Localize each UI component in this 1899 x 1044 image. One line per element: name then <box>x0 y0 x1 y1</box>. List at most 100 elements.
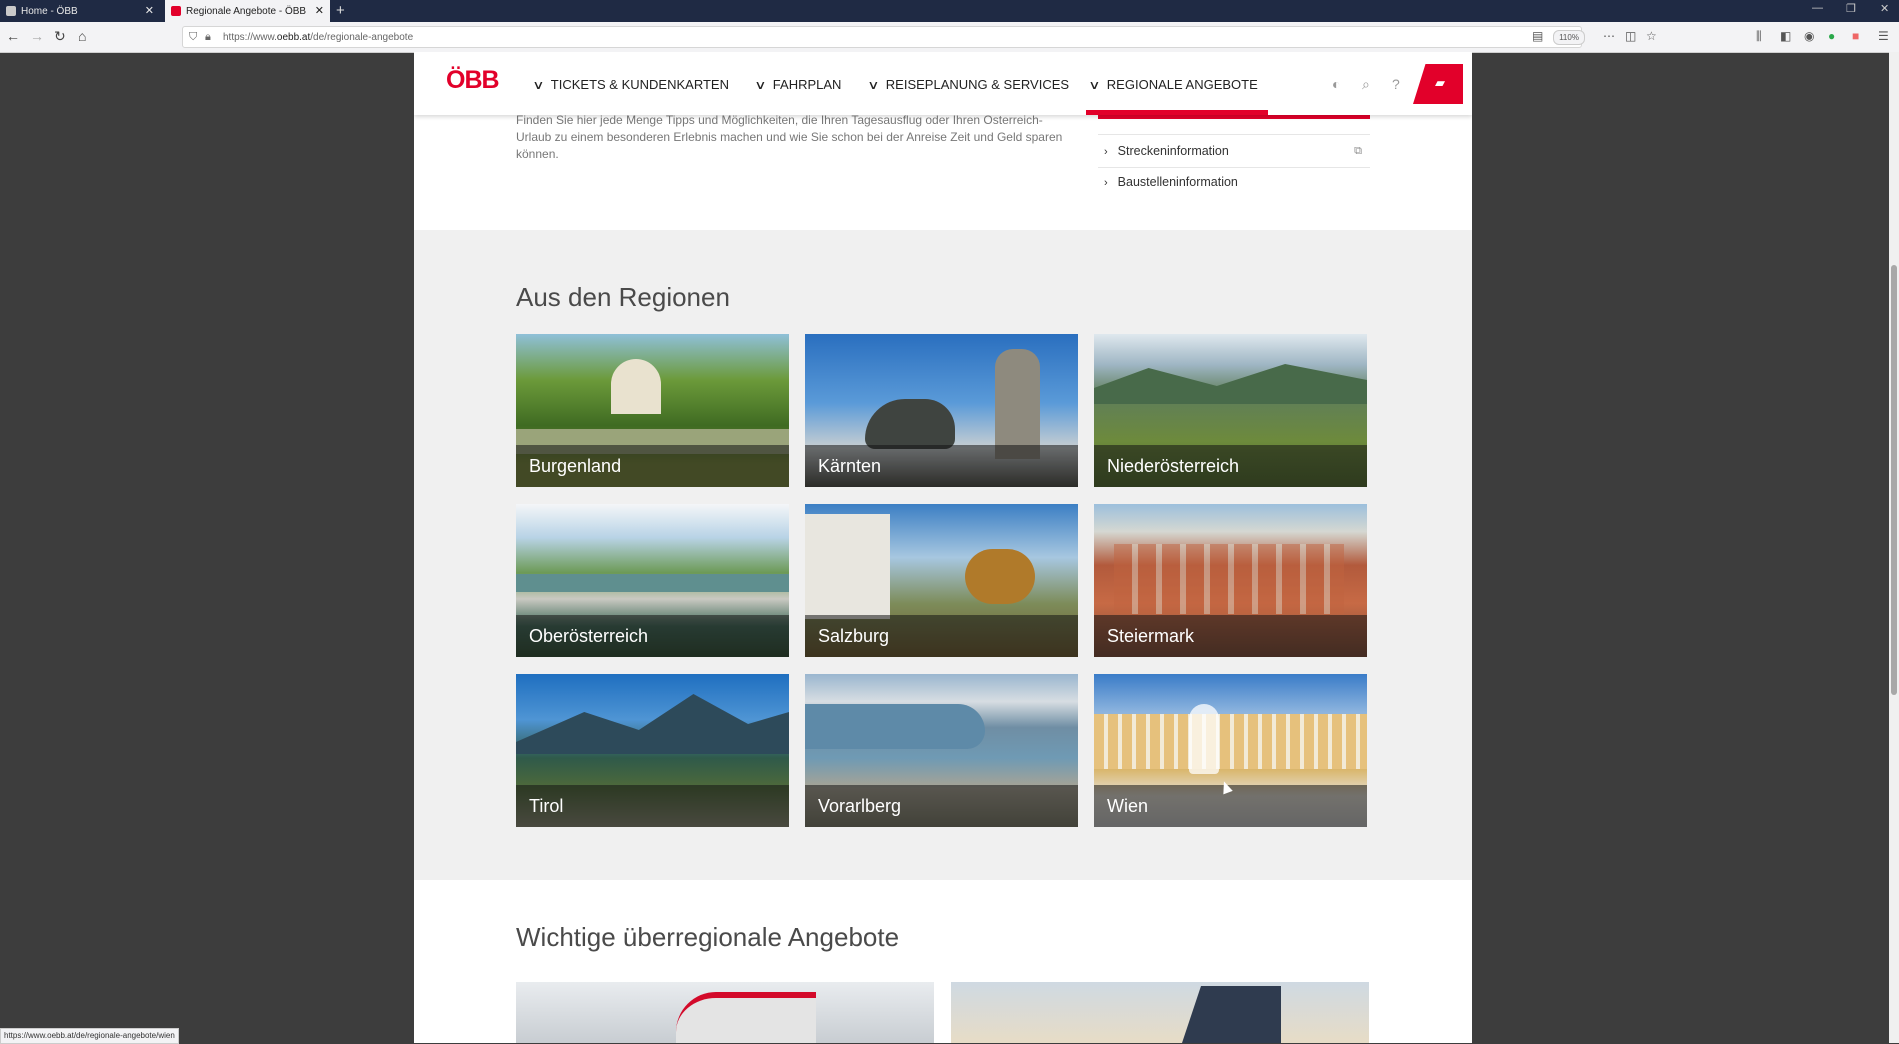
tab-title: Home - ÖBB <box>21 5 78 17</box>
library-icon[interactable]: ⫼ <box>1756 29 1762 44</box>
sidebar-accent <box>1098 115 1370 119</box>
region-label: Steiermark <box>1094 615 1367 657</box>
pocket-icon[interactable]: ◫ <box>1625 29 1636 43</box>
reader-view-icon[interactable]: ▤ <box>1532 29 1543 43</box>
nav-fahrplan[interactable]: ∨ FAHRPLAN <box>754 77 842 92</box>
close-window-icon[interactable]: ✕ <box>1880 2 1889 15</box>
palace-facade-image <box>1094 714 1367 769</box>
external-link-icon: ⧉ <box>1354 145 1362 157</box>
region-label: Tirol <box>516 785 789 827</box>
chevron-down-icon: ∨ <box>867 77 880 92</box>
url-prefix: https://www. <box>223 31 277 43</box>
nav-label: FAHRPLAN <box>772 77 842 92</box>
region-tile-burgenland[interactable]: Burgenland <box>516 334 789 487</box>
menu-icon[interactable]: ☰ <box>1878 29 1889 43</box>
sidebar-toggle-icon[interactable]: ◧ <box>1780 29 1791 43</box>
back-icon[interactable]: ← <box>6 28 20 44</box>
region-label: Kärnten <box>805 445 1078 487</box>
browser-tab-bar: Home - ÖBB ✕ Regionale Angebote - ÖBB ✕ … <box>0 0 1899 22</box>
page-actions-icon[interactable]: ⋯ <box>1603 29 1615 43</box>
new-tab-icon[interactable]: + <box>336 2 345 19</box>
close-tab-icon[interactable]: ✕ <box>145 4 154 17</box>
region-tile-wien[interactable]: Wien <box>1094 674 1367 827</box>
extension-green-icon[interactable]: ● <box>1828 29 1835 43</box>
sidebar-link-baustelleninformation[interactable]: › Baustelleninformation <box>1104 167 1370 197</box>
scrollbar-thumb[interactable] <box>1891 265 1897 695</box>
favicon-icon <box>171 6 181 16</box>
train-image <box>676 992 816 1043</box>
region-tile-niederoesterreich[interactable]: Niederösterreich <box>1094 334 1367 487</box>
sidebar-link-label: Streckeninformation <box>1117 144 1229 158</box>
url-bar[interactable]: ⛉ 🔒︎ https://www. oebb.at/de/regionale-an… <box>182 26 1582 48</box>
reload-icon[interactable]: ↻ <box>54 28 66 45</box>
nav-label: TICKETS & KUNDENKARTEN <box>550 77 729 92</box>
account-icon[interactable]: ◉ <box>1804 29 1814 43</box>
chevron-right-icon: › <box>1104 177 1108 189</box>
palace-image <box>805 514 890 619</box>
search-icon[interactable]: ⌕ <box>1362 76 1370 93</box>
region-tile-steiermark[interactable]: Steiermark <box>1094 504 1367 657</box>
chevron-down-icon: ∨ <box>1088 77 1101 92</box>
browser-tab-home[interactable]: Home - ÖBB ✕ <box>0 0 160 22</box>
offer-card-train[interactable] <box>516 982 934 1043</box>
contrast-icon[interactable]: ◐ <box>1332 76 1340 92</box>
hills-image <box>1094 364 1367 404</box>
offer-card-station[interactable] <box>951 982 1369 1043</box>
station-sign-image <box>1181 986 1281 1043</box>
region-label: Vorarlberg <box>805 785 1078 827</box>
minimize-icon[interactable]: — <box>1812 2 1823 14</box>
region-tile-kaernten[interactable]: Kärnten <box>805 334 1078 487</box>
nav-label: REISEPLANUNG & SERVICES <box>885 77 1070 92</box>
url-domain: oebb.at <box>276 31 311 43</box>
chevron-down-icon: ∨ <box>532 77 545 92</box>
offers-title: Wichtige überregionale Angebote <box>516 922 900 952</box>
shield-icon[interactable]: ⛉ <box>189 31 197 44</box>
browser-tab-regionale-angebote[interactable]: Regionale Angebote - ÖBB ✕ <box>165 0 330 22</box>
dragon-image <box>865 399 955 449</box>
region-label: Burgenland <box>516 445 789 487</box>
nav-label: REGIONALE ANGEBOTE <box>1106 77 1258 92</box>
help-icon[interactable]: ? <box>1392 76 1400 92</box>
status-url: https://www.oebb.at/de/regionale-angebot… <box>0 1028 179 1044</box>
forward-icon[interactable]: → <box>30 28 44 44</box>
site-header: ÖBB ∨ TICKETS & KUNDENKARTEN ∨ FAHRPLAN ∨ R… <box>414 52 1472 115</box>
page-content: ÖBB ∨ TICKETS & KUNDENKARTEN ∨ FAHRPLAN ∨ R… <box>414 52 1472 1043</box>
url-path: /de/regionale-angebote <box>310 31 414 43</box>
lake-image <box>805 704 985 749</box>
nav-tickets[interactable]: ∨ TICKETS & KUNDENKARTEN <box>532 77 729 92</box>
home-icon[interactable]: ⌂ <box>78 28 86 44</box>
regions-section: Aus den Regionen Burgenland Kärnten Nied… <box>414 230 1472 880</box>
restore-icon[interactable]: ❐ <box>1846 2 1856 15</box>
region-tile-vorarlberg[interactable]: Vorarlberg <box>805 674 1078 827</box>
tab-title: Regionale Angebote - ÖBB <box>186 5 307 17</box>
intro-text: Finden Sie hier jede Menge Tipps und Mög… <box>516 113 1063 161</box>
ticket-icon: ▰ <box>1435 75 1445 90</box>
temple-image <box>611 359 661 414</box>
bookmark-star-icon[interactable]: ☆ <box>1646 29 1657 43</box>
divider <box>1098 134 1370 135</box>
oebb-logo[interactable]: ÖBB <box>446 66 500 95</box>
chevron-down-icon: ∨ <box>754 77 767 92</box>
region-tile-oberoesterreich[interactable]: Oberösterreich <box>516 504 789 657</box>
chevron-right-icon: › <box>1104 146 1108 158</box>
fountain-image <box>1189 704 1219 774</box>
close-tab-icon[interactable]: ✕ <box>315 4 324 17</box>
region-label: Niederösterreich <box>1094 445 1367 487</box>
active-nav-indicator <box>1086 110 1268 115</box>
river-image <box>516 574 789 592</box>
ticket-shop-button[interactable]: ▰ <box>1413 64 1463 104</box>
region-tile-tirol[interactable]: Tirol <box>516 674 789 827</box>
nav-regionale-angebote[interactable]: ∨ REGIONALE ANGEBOTE <box>1088 77 1258 92</box>
extension-color-icon[interactable]: ■ <box>1852 29 1859 43</box>
rooftops-image <box>1114 544 1344 614</box>
nav-reiseplanung[interactable]: ∨ REISEPLANUNG & SERVICES <box>867 77 1070 92</box>
section-title: Aus den Regionen <box>516 282 730 312</box>
sidebar-link-label: Baustelleninformation <box>1117 175 1238 189</box>
zoom-level[interactable]: 110% <box>1553 30 1585 45</box>
mountains-image <box>516 694 789 754</box>
region-tile-salzburg[interactable]: Salzburg <box>805 504 1078 657</box>
region-label: Salzburg <box>805 615 1078 657</box>
statue-image <box>995 349 1040 459</box>
region-label: Oberösterreich <box>516 615 789 657</box>
sidebar-link-streckeninformation[interactable]: › Streckeninformation ⧉ <box>1104 136 1370 166</box>
